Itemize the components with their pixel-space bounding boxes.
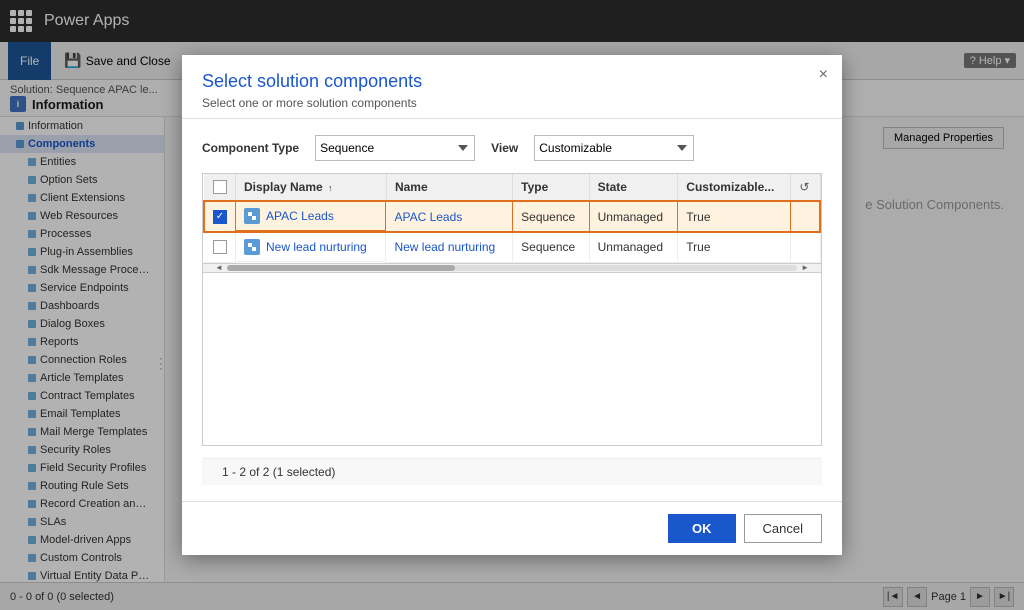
row2-name: New lead nurturing (386, 232, 512, 262)
row1-display-name: APAC Leads (236, 202, 386, 231)
modal-close-button[interactable]: × (819, 67, 828, 83)
ok-button[interactable]: OK (668, 514, 736, 543)
modal-header: Select solution components Select one or… (182, 55, 842, 119)
row1-state: Unmanaged (589, 201, 678, 232)
row1-type: Sequence (513, 201, 589, 232)
row2-empty (791, 232, 820, 262)
row1-checkbox[interactable] (213, 210, 227, 224)
sort-asc-icon: ↑ (328, 183, 333, 193)
row1-name: APAC Leads (386, 201, 512, 232)
modal-overlay: Select solution components Select one or… (0, 0, 1024, 610)
row2-type-icon (244, 239, 260, 255)
horizontal-scrollbar[interactable]: ◄ ► (203, 263, 821, 273)
modal-status: 1 - 2 of 2 (1 selected) (202, 458, 822, 485)
scroll-left-button[interactable]: ◄ (211, 263, 227, 272)
modal-status-text: 1 - 2 of 2 (1 selected) (222, 465, 335, 479)
table-row[interactable]: New lead nurturing New lead nurturing Se… (204, 232, 820, 262)
select-all-header[interactable] (204, 174, 236, 201)
select-all-checkbox[interactable] (213, 180, 227, 194)
scroll-right-button[interactable]: ► (797, 263, 813, 272)
customizable-header[interactable]: Customizable... (678, 174, 791, 201)
table-row[interactable]: APAC Leads APAC Leads Sequence Unmanaged… (204, 201, 820, 232)
component-type-label: Component Type (202, 141, 299, 155)
display-name-header[interactable]: Display Name ↑ (236, 174, 387, 201)
table-header-row: Display Name ↑ Name Type State Customiza… (204, 174, 820, 201)
component-type-select[interactable]: Sequence (315, 135, 475, 161)
table-scroll[interactable]: Display Name ↑ Name Type State Customiza… (203, 174, 821, 263)
view-label: View (491, 141, 518, 155)
row2-checkbox[interactable] (213, 240, 227, 254)
row1-type-icon (244, 208, 260, 224)
modal-dialog: Select solution components Select one or… (182, 55, 842, 555)
row2-customizable: True (678, 232, 791, 262)
scroll-thumb[interactable] (227, 265, 455, 271)
modal-body: Component Type Sequence View Customizabl… (182, 119, 842, 501)
modal-footer: OK Cancel (182, 501, 842, 555)
refresh-header[interactable]: ↺ (791, 174, 820, 201)
row1-checkbox-cell[interactable] (204, 201, 236, 232)
state-header[interactable]: State (589, 174, 678, 201)
name-header[interactable]: Name (386, 174, 512, 201)
row2-type: Sequence (513, 232, 589, 262)
cancel-button[interactable]: Cancel (744, 514, 822, 543)
row2-checkbox-cell[interactable] (204, 232, 236, 262)
table-wrapper: Display Name ↑ Name Type State Customiza… (202, 173, 822, 446)
data-table: Display Name ↑ Name Type State Customiza… (203, 174, 821, 263)
type-header[interactable]: Type (513, 174, 589, 201)
row2-display-name: New lead nurturing (236, 233, 386, 262)
modal-title: Select solution components (202, 71, 822, 92)
row1-customizable: True (678, 201, 791, 232)
modal-subtitle: Select one or more solution components (202, 96, 822, 110)
scroll-track[interactable] (227, 265, 797, 271)
filter-row: Component Type Sequence View Customizabl… (202, 135, 822, 161)
row2-state: Unmanaged (589, 232, 678, 262)
row1-empty (791, 201, 820, 232)
view-select[interactable]: Customizable (534, 135, 694, 161)
